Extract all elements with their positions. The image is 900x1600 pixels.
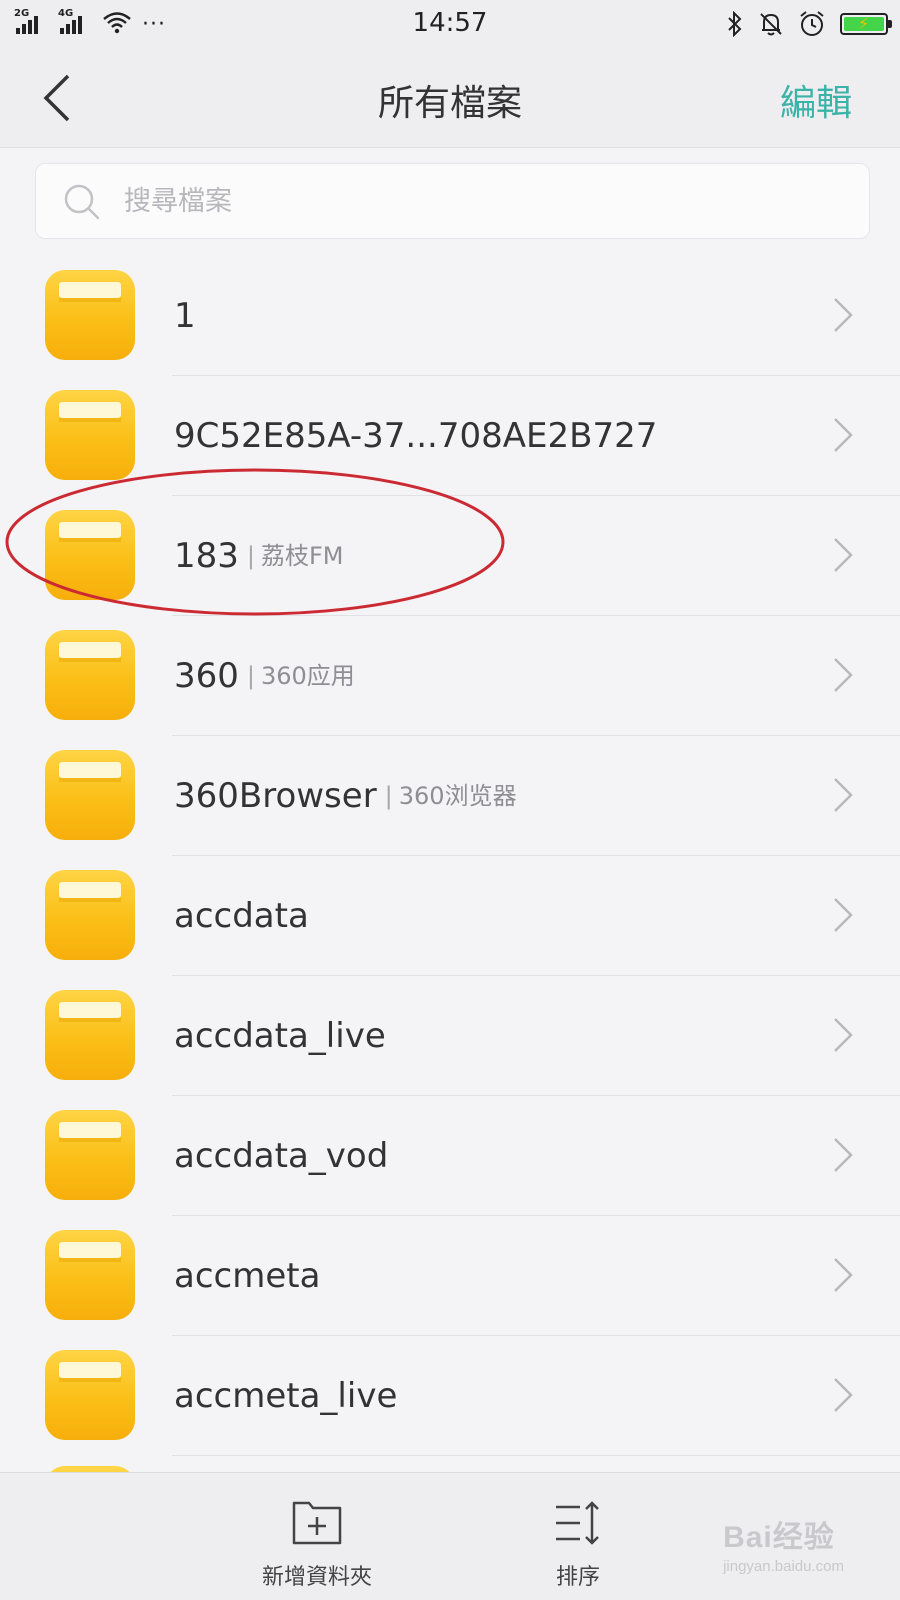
folder-app-alias: 360应用 — [261, 662, 355, 690]
alias-separator: | — [384, 782, 393, 810]
chevron-right-icon — [834, 898, 853, 932]
file-list: 1 9C52E85A-37...708AE2B727 183 | 荔枝FM 360 | 360… — [0, 256, 900, 1456]
chevron-right-icon — [834, 418, 853, 452]
folder-icon — [45, 390, 135, 480]
folder-name-row: accdata — [174, 896, 309, 936]
chevron-right-icon — [834, 778, 853, 812]
folder-name-row: 183 | 荔枝FM — [174, 536, 344, 576]
folder-name-row: accmeta — [174, 1256, 320, 1296]
chevron-right-icon — [834, 298, 853, 332]
folder-row[interactable]: accmeta — [0, 1216, 900, 1336]
folder-name: accdata_live — [174, 1016, 386, 1056]
folder-name: 9C52E85A-37...708AE2B727 — [174, 416, 658, 456]
edit-button[interactable]: 編輯 — [780, 74, 852, 126]
sort-icon — [556, 1501, 599, 1545]
folder-icon — [45, 870, 135, 960]
new-folder-icon — [292, 1501, 342, 1545]
new-folder-button[interactable]: 新增資料夾 — [252, 1499, 382, 1591]
folder-row[interactable]: accdata_vod — [0, 1096, 900, 1216]
alias-separator: | — [246, 662, 255, 690]
folder-app-alias: 荔枝FM — [261, 542, 344, 570]
search-input[interactable] — [124, 178, 824, 224]
page-title: 所有檔案 — [377, 83, 522, 124]
search-box[interactable] — [35, 163, 870, 239]
folder-icon — [45, 1230, 135, 1320]
folder-row[interactable]: 183 | 荔枝FM — [0, 496, 900, 616]
alarm-icon — [800, 11, 824, 36]
folder-name: accdata — [174, 896, 309, 936]
chevron-right-icon — [834, 1378, 853, 1412]
folder-name-row: 9C52E85A-37...708AE2B727 — [174, 416, 657, 456]
chevron-right-icon — [834, 538, 853, 572]
folder-icon — [45, 1110, 135, 1200]
search-icon — [64, 184, 100, 220]
chevron-right-icon — [834, 1258, 853, 1292]
sort-button[interactable]: 排序 — [518, 1499, 638, 1591]
folder-name-row: accdata_live — [174, 1016, 386, 1056]
folder-name: accmeta_live — [174, 1376, 398, 1416]
folder-name-row: 1 — [174, 296, 196, 336]
sort-label: 排序 — [555, 1565, 600, 1590]
folder-row[interactable]: 360 | 360应用 — [0, 616, 900, 736]
folder-icon — [45, 990, 135, 1080]
battery-icon: ⚡ — [840, 13, 892, 35]
status-right: ⚡ — [726, 10, 892, 38]
folder-icon — [45, 630, 135, 720]
folder-name: 360Browser — [174, 776, 377, 816]
folder-name-row: 360 | 360应用 — [174, 656, 355, 696]
chevron-right-icon — [834, 1018, 853, 1052]
folder-icon — [45, 270, 135, 360]
folder-name: 360 — [174, 656, 239, 696]
folder-app-alias: 360浏览器 — [398, 782, 517, 810]
folder-name: 183 — [174, 536, 239, 576]
status-bar: 2G 4G ··· 14:57 ⚡ — [0, 0, 900, 48]
folder-row[interactable]: 1 — [0, 256, 900, 376]
row-divider — [172, 1455, 900, 1456]
folder-row[interactable]: 9C52E85A-37...708AE2B727 — [0, 376, 900, 496]
folder-icon — [45, 510, 135, 600]
folder-row[interactable]: accmeta_live — [0, 1336, 900, 1456]
folder-name-row: 360Browser | 360浏览器 — [174, 776, 517, 816]
folder-name: 1 — [174, 296, 196, 336]
folder-name-row: accmeta_live — [174, 1376, 397, 1416]
folder-name: accmeta — [174, 1256, 321, 1296]
title-bar: 所有檔案 編輯 — [0, 48, 900, 148]
folder-name-row: accdata_vod — [174, 1136, 388, 1176]
folder-icon — [45, 1350, 135, 1440]
folder-row[interactable]: accdata — [0, 856, 900, 976]
folder-name: accdata_vod — [174, 1136, 389, 1176]
folder-row[interactable]: accdata_live — [0, 976, 900, 1096]
bluetooth-icon — [728, 11, 742, 37]
bell-muted-icon — [760, 13, 782, 36]
alias-separator: | — [246, 542, 255, 570]
chevron-right-icon — [834, 1138, 853, 1172]
folder-row[interactable]: 360Browser | 360浏览器 — [0, 736, 900, 856]
baidu-jingyan-watermark: Bai经验 jingyan.baidu.com — [723, 1521, 844, 1575]
new-folder-label: 新增資料夾 — [261, 1565, 372, 1590]
chevron-right-icon — [834, 658, 853, 692]
folder-icon — [45, 750, 135, 840]
